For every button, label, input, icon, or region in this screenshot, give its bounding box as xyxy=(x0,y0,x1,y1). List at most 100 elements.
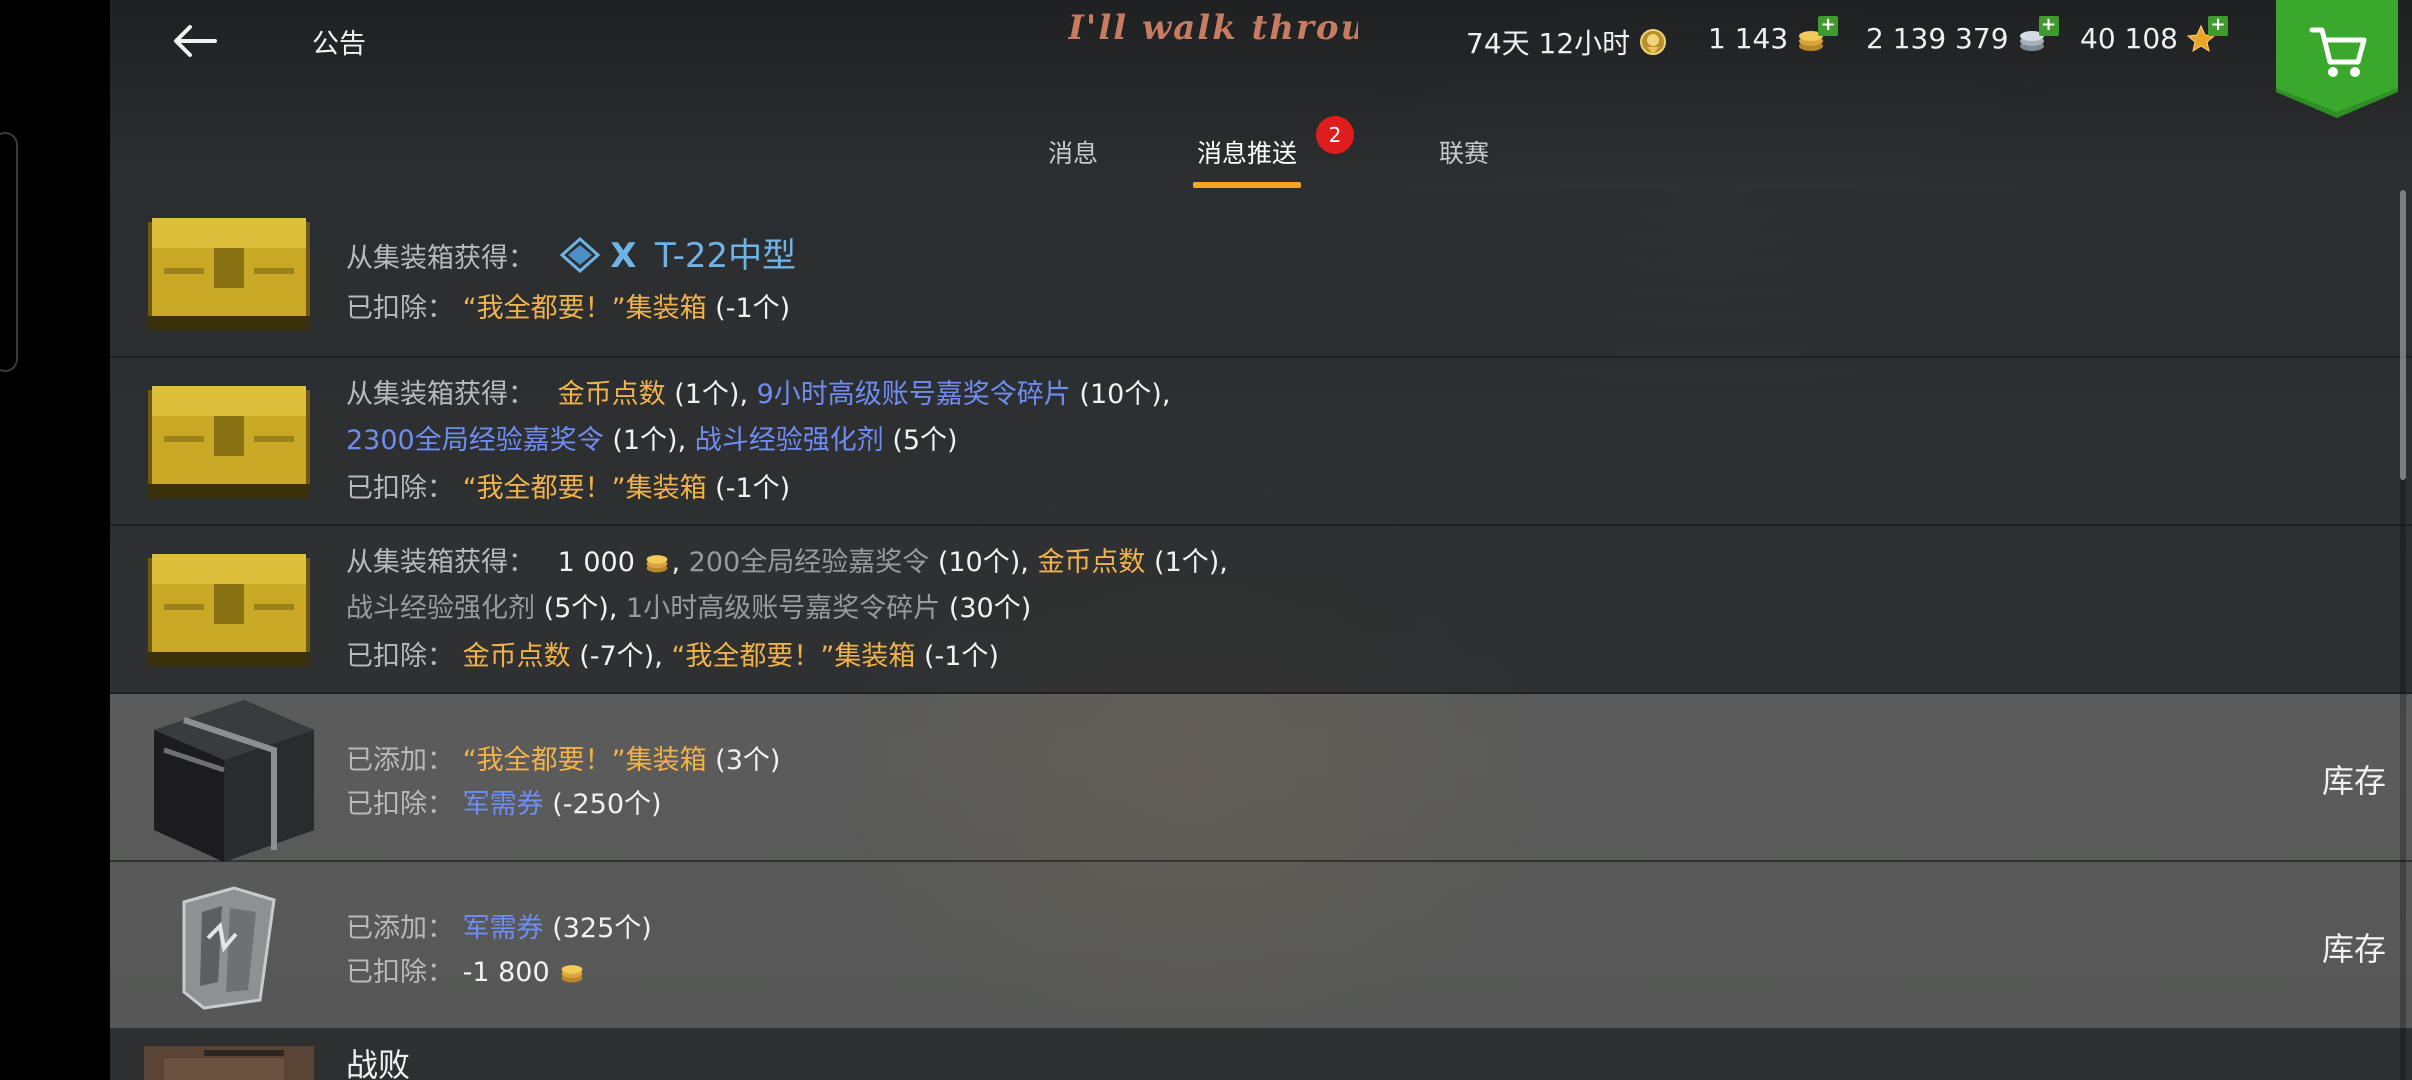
device-bezel xyxy=(0,0,110,1080)
obtained-line-2: 2300全局经验嘉奖令 (1个), 战斗经验强化剂 (5个) xyxy=(346,425,958,456)
obtained-label: 从集装箱获得： xyxy=(346,379,535,410)
free-xp-value: 40 108 xyxy=(2080,22,2178,55)
gold-container-icon xyxy=(148,554,310,666)
gold-coins-icon xyxy=(561,965,583,983)
list-item[interactable]: 战败 xyxy=(110,1030,2412,1080)
reward-item: 战斗经验强化剂 xyxy=(694,425,884,456)
added-item: “我全都要！”集装箱 xyxy=(462,745,707,776)
tab-bar: 消息 消息推送 联赛 xyxy=(110,120,2412,190)
premium-medal-icon xyxy=(1638,27,1668,57)
deducted-qty: (-1个) xyxy=(715,473,791,504)
added-line: 已添加： 军需券 (325个) xyxy=(346,906,652,945)
app-window: 公告 I'll walk through 74天 12小时 1 143 xyxy=(110,0,2412,1080)
star-icon: + xyxy=(2186,15,2228,54)
free-xp-display[interactable]: 40 108 + xyxy=(2080,15,2228,55)
buy-credits-plus-icon[interactable]: + xyxy=(2038,15,2059,36)
added-qty: (3个) xyxy=(715,745,781,776)
deducted-label: 已扣除： xyxy=(346,789,454,820)
deducted-item: “我全都要！”集装箱 xyxy=(462,293,707,324)
added-qty: (325个) xyxy=(552,913,652,944)
premium-time-value: 74天 12小时 xyxy=(1466,27,1631,60)
reward-qty: (1个) xyxy=(674,379,740,410)
list-item[interactable]: 从集装箱获得： X T-22中型 已扣除： “我全都要！”集装箱 (-1个) xyxy=(110,190,2412,358)
obtained-line: 从集装箱获得： X T-22中型 xyxy=(346,228,796,280)
tab-messages[interactable]: 消息 xyxy=(1048,134,1098,170)
deducted-line: 已扣除： 军需券 (-250个) xyxy=(346,782,662,821)
deducted-label: 已扣除： xyxy=(346,473,454,504)
deducted-line: 已扣除： “我全都要！”集装箱 (-1个) xyxy=(346,466,790,505)
obtained-label: 从集装箱获得： xyxy=(346,243,535,274)
deducted-label: 已扣除： xyxy=(346,957,454,988)
obtained-label: 从集装箱获得： xyxy=(346,547,535,578)
reward-item: 2300全局经验嘉奖令 xyxy=(346,425,604,456)
gold-coins-icon xyxy=(647,555,668,573)
credits-amount: 1 000 xyxy=(557,547,635,578)
gold-container-icon xyxy=(148,386,310,498)
silver-coins-icon: + xyxy=(2017,15,2059,54)
reward-qty: (5个) xyxy=(543,593,609,624)
tank-tier: X xyxy=(610,236,637,276)
deducted-line: 已扣除： -1 800 xyxy=(346,950,586,989)
added-label: 已添加： xyxy=(346,913,454,944)
reward-qty: (10个) xyxy=(937,547,1021,578)
gold-coins-icon: + xyxy=(1796,15,1839,54)
reward-item: 9小时高级账号嘉奖令碎片 xyxy=(756,379,1071,410)
deducted-label: 已扣除： xyxy=(346,293,454,324)
tank-thumbnail-icon xyxy=(144,1046,314,1080)
credits-value: 2 139 379 xyxy=(1866,22,2009,55)
list-item[interactable]: 已添加： “我全都要！”集装箱 (3个) 已扣除： 军需券 (-250个) 库存 xyxy=(110,694,2412,862)
scrollbar-thumb[interactable] xyxy=(2400,190,2406,480)
tab-league[interactable]: 联赛 xyxy=(1439,134,1489,170)
reward-item: 战斗经验强化剂 xyxy=(346,593,535,624)
credits-display[interactable]: 2 139 379 + xyxy=(1866,15,2059,55)
back-button[interactable] xyxy=(160,16,230,66)
reward-qty: (1个) xyxy=(612,425,678,456)
page-title: 公告 xyxy=(312,29,366,60)
black-container-icon xyxy=(154,700,314,862)
player-name: I'll walk through xyxy=(1068,8,1358,48)
gold-value: 1 143 xyxy=(1708,22,1789,55)
deducted-qty: (-250个) xyxy=(552,789,662,820)
device-notch xyxy=(0,132,18,372)
list-item[interactable]: 从集装箱获得： 金币点数 (1个), 9小时高级账号嘉奖令碎片 (10个), 2… xyxy=(110,358,2412,526)
deducted-line: 已扣除： “我全都要！”集装箱 (-1个) xyxy=(346,286,790,325)
deducted-item: “我全都要！”集装箱 xyxy=(462,473,707,504)
inventory-button[interactable]: 库存 xyxy=(2322,924,2386,970)
buy-xp-plus-icon[interactable]: + xyxy=(2207,15,2228,36)
battle-result-title: 战败 xyxy=(346,1046,411,1080)
arrow-left-icon xyxy=(174,25,217,57)
notification-badge: 2 xyxy=(1316,116,1354,154)
reward-qty: (10个) xyxy=(1079,379,1162,410)
shop-button[interactable] xyxy=(2276,0,2398,120)
obtained-line-2: 战斗经验强化剂 (5个), 1小时高级账号嘉奖令碎片 (30个) xyxy=(346,593,1032,624)
deducted-item: 金币点数 xyxy=(462,641,571,672)
tank-name: T-22中型 xyxy=(655,236,797,276)
gold-container-icon xyxy=(148,218,310,330)
top-bar: 公告 I'll walk through 74天 12小时 1 143 xyxy=(110,0,2412,190)
deducted-qty: (-7个) xyxy=(579,641,655,672)
deducted-item: “我全都要！”集装箱 xyxy=(671,641,916,672)
deducted-item: 军需券 xyxy=(462,789,544,820)
premium-time-display[interactable]: 74天 12小时 xyxy=(1466,22,1668,62)
reward-item: 金币点数 xyxy=(557,379,666,410)
tab-push-messages[interactable]: 消息推送 xyxy=(1197,134,1297,170)
message-list[interactable]: 从集装箱获得： X T-22中型 已扣除： “我全都要！”集装箱 (-1个) 从… xyxy=(110,190,2412,1080)
deducted-label: 已扣除： xyxy=(346,641,454,672)
active-tab-indicator xyxy=(1193,182,1301,188)
buy-gold-plus-icon[interactable]: + xyxy=(1818,15,1839,36)
reward-item: 200全局经验嘉奖令 xyxy=(688,547,930,578)
gold-display[interactable]: 1 143 + xyxy=(1708,15,1839,55)
obtained-line: 从集装箱获得： 1 000 , 200全局经验嘉奖令 (10个), 金币点数 (… xyxy=(346,547,1228,578)
reward-qty: (5个) xyxy=(892,425,958,456)
added-item: 军需券 xyxy=(462,913,544,944)
added-label: 已添加： xyxy=(346,745,454,776)
list-item[interactable]: 已添加： 军需券 (325个) 已扣除： -1 800 库存 xyxy=(110,862,2412,1030)
tier-x-icon xyxy=(558,236,602,280)
list-item[interactable]: 从集装箱获得： 1 000 , 200全局经验嘉奖令 (10个), 金币点数 (… xyxy=(110,526,2412,694)
deducted-qty: (-1个) xyxy=(923,641,999,672)
reward-qty: (30个) xyxy=(948,593,1032,624)
obtained-line: 从集装箱获得： 金币点数 (1个), 9小时高级账号嘉奖令碎片 (10个), xyxy=(346,379,1171,410)
deducted-line: 已扣除： 金币点数 (-7个), “我全都要！”集装箱 (-1个) xyxy=(346,641,999,672)
inventory-button[interactable]: 库存 xyxy=(2322,756,2386,802)
reward-item: 1小时高级账号嘉奖令碎片 xyxy=(626,593,941,624)
